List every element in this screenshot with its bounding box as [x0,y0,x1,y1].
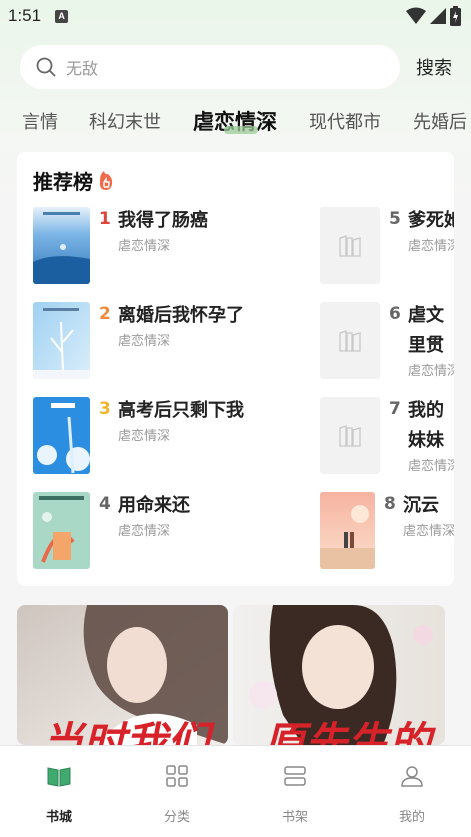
banner-row: 当时我们 原先生的 [17,605,471,745]
grid-icon [166,765,188,787]
book-cover [320,492,375,569]
book-title: 用命来还 [118,495,190,516]
rank-number: 2 [99,304,111,324]
tab-romance[interactable]: 言情 [0,108,58,134]
list-item[interactable]: 3 高考后只剩下我 虐恋情深 [33,397,293,477]
book-genre: 虐恋情深 [118,429,171,444]
status-icons [406,6,461,26]
book-placeholder-icon [339,234,361,257]
book-placeholder-icon [339,424,361,447]
banner-title: 原先生的 [263,718,432,745]
list-item[interactable]: 5 爹死她 虐恋情深 [320,207,454,287]
book-genre: 虐恋情深 [403,524,454,539]
book-cover [33,207,90,284]
book-genre: 虐恋情深 [408,459,454,474]
search-placeholder: 无敌 [66,59,99,78]
rank-number: 4 [99,494,111,514]
notification-icon: A [55,9,69,23]
bookshelf-icon [284,766,306,786]
book-cover-placeholder [320,302,380,379]
book-genre: 虐恋情深 [408,239,454,254]
list-item[interactable]: 4 用命来还 虐恋情深 [33,492,293,572]
book-genre: 虐恋情深 [118,239,171,254]
status-time: 1:51 [8,6,42,25]
book-genre: 虐恋情深 [118,524,171,539]
book-cover [33,492,90,569]
tab-marriage-first[interactable]: 先婚后 [413,108,471,134]
book-genre: 虐恋情深 [118,334,171,349]
book-title: 爹死她 [408,210,454,231]
nav-item-bookshelf[interactable]: 书架 [236,746,354,837]
active-tab-indicator [224,126,258,134]
tab-urban[interactable]: 现代都市 [309,108,381,134]
list-item[interactable]: 7 我的妹妹 虐恋情深 [320,397,454,477]
rank-number: 7 [389,399,401,419]
list-item[interactable]: 2 离婚后我怀孕了 虐恋情深 [33,302,293,382]
wifi-icon [406,7,426,24]
book-cover [33,302,90,379]
book-title: 离婚后我怀孕了 [118,305,244,326]
recommend-rank-card: 推荐榜 1 我得了肠癌 虐恋情深 2 离婚后我怀孕了 虐恋情深 3 高考后只剩下… [17,152,454,586]
list-item[interactable]: 8 沉云 虐恋情深 [320,492,454,572]
book-title: 虐文里贯 [408,305,444,356]
nav-label: 我的 [398,810,425,825]
book-cover-placeholder [320,397,380,474]
list-item[interactable]: 1 我得了肠癌 虐恋情深 [33,207,293,287]
rank-title-text: 推荐榜 [33,170,93,194]
search-input[interactable]: 无敌 [20,45,400,89]
rank-number: 1 [99,209,111,229]
status-bar: 1:51 A [0,0,471,32]
banner-card[interactable]: 当时我们 [17,605,228,745]
signal-icon [430,8,446,24]
rank-number: 5 [389,209,401,229]
search-row: 无敌 搜索 [20,45,461,89]
nav-label: 书架 [281,810,308,825]
book-open-icon [47,767,71,787]
nav-item-profile[interactable]: 我的 [353,746,471,837]
book-placeholder-icon [339,329,361,352]
book-title: 我得了肠癌 [118,210,208,231]
search-icon [36,57,56,77]
book-title: 沉云 [403,495,439,516]
battery-icon [450,6,461,26]
nav-label: 书城 [45,810,72,825]
list-item[interactable]: 6 虐文里贯 虐恋情深 [320,302,454,382]
book-cover [33,397,90,474]
rank-number: 3 [99,399,111,419]
nav-label: 分类 [163,810,190,825]
bottom-nav: 书城 分类 书架 我的 [0,745,471,837]
banner-title: 当时我们 [41,718,210,745]
tab-scifi[interactable]: 科幻末世 [89,108,161,134]
book-title: 高考后只剩下我 [118,400,244,421]
category-tabs: 言情 科幻末世 虐恋情深 现代都市 先婚后 [0,98,471,142]
user-icon [401,766,423,787]
book-cover-placeholder [320,207,380,284]
rank-title: 推荐榜 [33,166,116,195]
rank-number: 8 [384,494,396,514]
thumbs-up-icon [100,170,113,190]
nav-item-bookstore[interactable]: 书城 [0,746,118,837]
book-genre: 虐恋情深 [408,364,454,379]
book-title: 我的妹妹 [408,400,444,451]
search-button[interactable]: 搜索 [416,54,452,80]
rank-number: 6 [389,304,401,324]
nav-item-category[interactable]: 分类 [118,746,236,837]
banner-card[interactable]: 原先生的 [233,605,445,745]
